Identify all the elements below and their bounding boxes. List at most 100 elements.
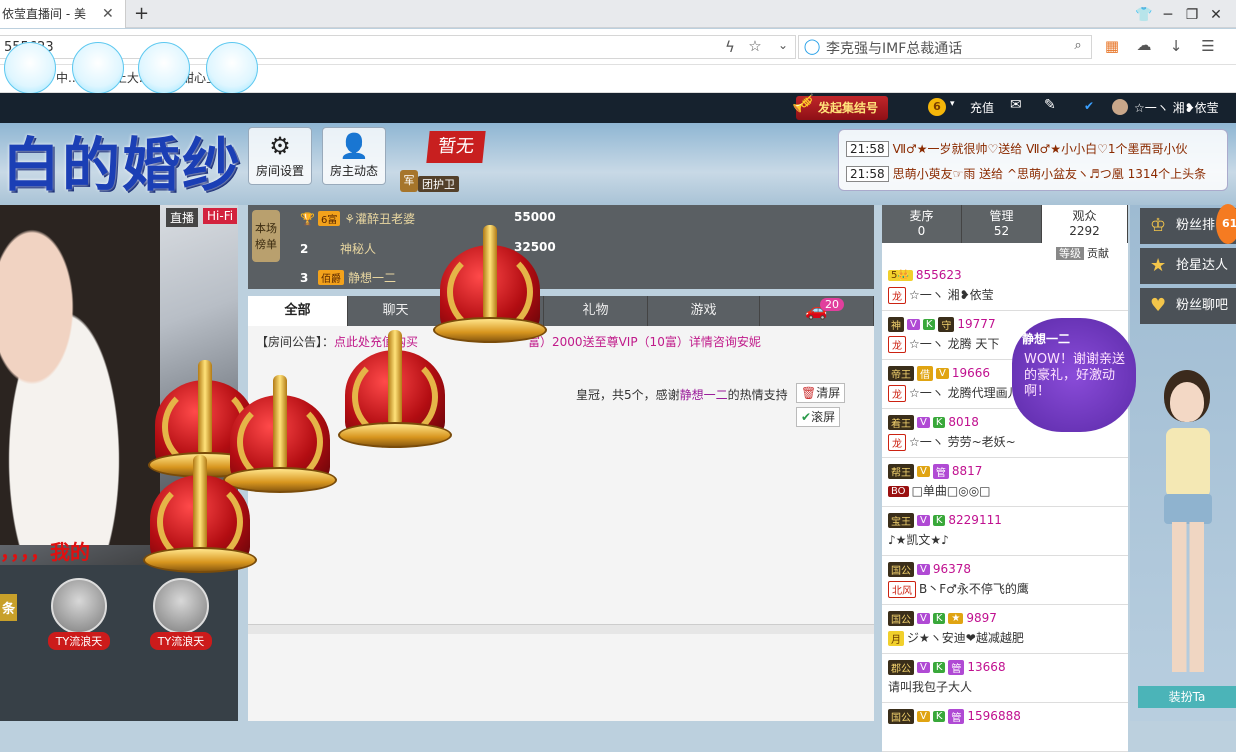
user-name: ☆一ヽ 龙腾代理画儿 bbox=[909, 386, 1020, 400]
rank-number: 2 bbox=[300, 242, 309, 256]
rank-row[interactable]: 3 佰爵 静想一二 bbox=[300, 269, 396, 291]
notice-text: 富）2000送至尊VIP（10富）详情咨询安妮 bbox=[528, 335, 761, 349]
lightning-icon[interactable]: ϟ bbox=[720, 38, 740, 56]
user-id: 9897 bbox=[966, 611, 997, 625]
k-badge: K bbox=[932, 613, 946, 624]
sort-level[interactable]: 等级 bbox=[1056, 247, 1084, 260]
user-id: 96378 bbox=[932, 562, 972, 576]
list-item[interactable]: 国公 V K 管 1596888 bbox=[882, 703, 1128, 752]
avatar-doll[interactable] bbox=[1152, 382, 1222, 682]
bubble-overlay bbox=[72, 42, 124, 94]
status-badge: 暂无 bbox=[426, 131, 486, 163]
tab-admins[interactable]: 管理 52 bbox=[962, 205, 1042, 243]
tab-label: 管理 bbox=[989, 209, 1014, 223]
tab-count: 2292 bbox=[1069, 224, 1100, 238]
rank-row[interactable]: 🏆 6富 ⚘灌醉丑老婆 55000 bbox=[300, 210, 556, 232]
chat-divider[interactable] bbox=[248, 624, 874, 634]
dress-up-button[interactable]: 装扮Ta bbox=[1138, 686, 1236, 708]
tab-games[interactable]: 游戏 bbox=[648, 296, 760, 326]
scroll-screen-button[interactable]: ✔滚屏 bbox=[796, 407, 841, 427]
sort-contrib[interactable]: 贡献 bbox=[1087, 247, 1109, 260]
tab-count: 0 bbox=[917, 224, 926, 238]
broadcast-row: 21:58 思萌小萸友☞雨 送给 ^思萌小盆友ヽ♬つ凰 1314个上头条 bbox=[846, 165, 1206, 183]
list-item[interactable]: 国公 V 96378 北风 B丶F♂永不停飞的鹰 bbox=[882, 556, 1128, 605]
list-item[interactable]: 郡公 V K 管 13668 请叫我包子大人 bbox=[882, 654, 1128, 703]
room-settings-button[interactable]: ⚙ 房间设置 bbox=[248, 127, 312, 185]
rank-score: 55000 bbox=[514, 210, 556, 224]
search-icon[interactable]: ⌕ bbox=[1068, 38, 1088, 53]
user-name: ☆一ヽ 龙腾 天下 bbox=[909, 337, 1000, 351]
tab-close-icon[interactable]: ✕ bbox=[102, 0, 114, 28]
featured-user[interactable]: TY流浪天 bbox=[34, 578, 124, 650]
list-item[interactable]: 5👑 855623 龙 ☆一ヽ 湘❥依莹 bbox=[882, 262, 1128, 311]
star-icon[interactable]: ☆ bbox=[745, 37, 765, 55]
minimize-icon[interactable]: ─ bbox=[1156, 0, 1180, 30]
fan-tag: 龙 bbox=[888, 434, 906, 451]
k-badge: K bbox=[932, 662, 946, 673]
video-caption: ，，，，我的 bbox=[0, 540, 90, 564]
noble-badge: 帝王 bbox=[888, 366, 914, 381]
noble-badge: 帮王 bbox=[888, 464, 914, 479]
window-close-icon[interactable]: ✕ bbox=[1204, 0, 1228, 30]
rank-label: 本场榜单 bbox=[252, 210, 280, 262]
chevron-down-icon[interactable]: ⌄ bbox=[773, 38, 793, 52]
featured-user-name: TY流浪天 bbox=[149, 632, 213, 650]
rank-badge: 6富 bbox=[318, 211, 341, 226]
tab-count: 52 bbox=[993, 224, 1010, 238]
menu-icon[interactable]: ☰ bbox=[1198, 37, 1218, 55]
fans-rank-label: 粉丝排 bbox=[1176, 218, 1216, 233]
guard-button[interactable]: 军团护卫 bbox=[400, 168, 460, 198]
edit-icon[interactable]: ✎ bbox=[1044, 97, 1056, 113]
verify-icon[interactable]: ✔ bbox=[1084, 99, 1094, 113]
sort-options[interactable]: 等级 贡献 bbox=[1056, 245, 1109, 261]
apps-icon[interactable]: ▦ bbox=[1102, 37, 1122, 55]
star-badge: ★ bbox=[948, 613, 964, 624]
tab-mic-queue[interactable]: 麦序 0 bbox=[882, 205, 962, 243]
host-news-button[interactable]: 👤 房主动态 bbox=[322, 127, 386, 185]
recharge-link[interactable]: 充值 bbox=[970, 99, 994, 116]
trophy-icon: 🏆 bbox=[300, 212, 315, 226]
new-tab-icon[interactable]: + bbox=[134, 0, 149, 28]
user-name: ジ★ヽ安迪❤越减越肥 bbox=[907, 631, 1024, 645]
maximize-icon[interactable]: ❐ bbox=[1180, 0, 1204, 30]
room-banner-title: 白的婚纱 bbox=[2, 131, 243, 199]
admin-badge: 管 bbox=[948, 709, 965, 724]
featured-user[interactable]: TY流浪天 bbox=[136, 578, 226, 650]
heart-icon: ♥ bbox=[1150, 295, 1167, 316]
chevron-down-icon[interactable]: ▾ bbox=[950, 99, 955, 109]
vip-badge: V bbox=[917, 613, 930, 624]
featured-user-name: TY流浪天 bbox=[47, 632, 111, 650]
list-item[interactable]: 国公 V K ★ 9897 月ジ★ヽ安迪❤越减越肥 bbox=[882, 605, 1128, 654]
user-name: B丶F♂永不停飞的鹰 bbox=[919, 582, 1029, 596]
avatar[interactable] bbox=[1112, 99, 1128, 115]
rank-badge: 佰爵 bbox=[318, 270, 344, 285]
rank-row[interactable]: 2 神秘人 32500 bbox=[300, 240, 556, 262]
search-input[interactable]: 李克强与IMF总裁通话 bbox=[826, 38, 962, 58]
bubble-overlay bbox=[138, 42, 190, 94]
shirt-icon[interactable]: 👕 bbox=[1132, 0, 1156, 30]
hifi-badge[interactable]: Hi-Fi bbox=[203, 208, 238, 224]
rank-number: 3 bbox=[300, 271, 309, 285]
fans-chat-button[interactable]: ♥ 粉丝聊吧 bbox=[1140, 288, 1236, 324]
tab-gifts[interactable]: 礼物 bbox=[544, 296, 648, 326]
vip-badge: V bbox=[917, 466, 930, 477]
noble-badge: 神 bbox=[888, 317, 904, 332]
tab-audience[interactable]: 观众 2292 bbox=[1042, 205, 1128, 243]
download-icon[interactable]: ↓ bbox=[1166, 37, 1186, 55]
mail-icon[interactable]: ✉ bbox=[1010, 97, 1022, 113]
tab-all[interactable]: 全部 bbox=[248, 296, 348, 326]
list-item[interactable]: 帮王 V 管 8817 BO □单曲□◎◎□ bbox=[882, 458, 1128, 507]
noble-badge: 着王 bbox=[888, 415, 914, 430]
list-item[interactable]: 宝王 V K 8229111 ♪★凯文★♪ bbox=[882, 507, 1128, 556]
clear-screen-button[interactable]: 🗑清屏 bbox=[796, 383, 846, 403]
fan-tag: 龙 bbox=[888, 336, 906, 353]
message-user[interactable]: 静想一二 bbox=[680, 388, 728, 402]
coin-icon[interactable]: 6 bbox=[928, 98, 946, 116]
cloud-icon[interactable]: ☁ bbox=[1134, 36, 1154, 54]
car-icon[interactable]: 🚗 bbox=[760, 296, 874, 326]
username[interactable]: ☆一ヽ 湘❥依莹 bbox=[1134, 99, 1219, 116]
fan-tag: BO bbox=[888, 486, 909, 497]
k-badge: K bbox=[932, 711, 946, 722]
side-tag[interactable]: 条 bbox=[0, 594, 18, 621]
grab-star-button[interactable]: ★ 抢星达人 bbox=[1140, 248, 1236, 284]
